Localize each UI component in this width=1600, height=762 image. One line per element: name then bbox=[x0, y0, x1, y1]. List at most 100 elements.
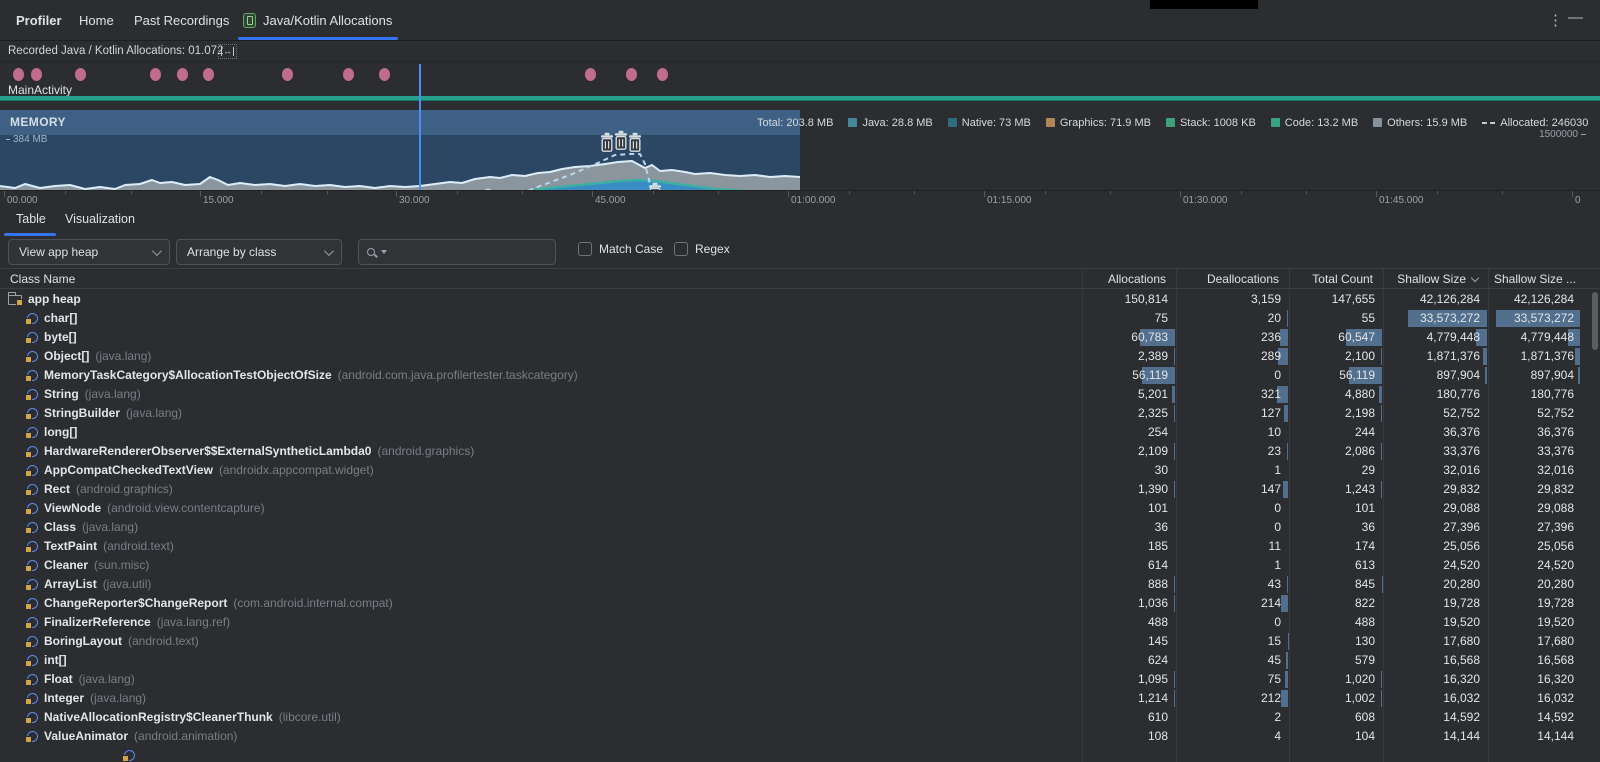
numeric-cell: 14,592 bbox=[1488, 708, 1600, 727]
table-row[interactable]: Object[](java.lang)2,3892892,1001,871,37… bbox=[0, 347, 1600, 366]
table-row[interactable]: Rect(android.graphics)1,3901471,24329,83… bbox=[0, 480, 1600, 499]
table-row[interactable]: MemoryTaskCategory$AllocationTestObjectO… bbox=[0, 366, 1600, 385]
column-header-allocations[interactable]: Allocations bbox=[1082, 272, 1166, 286]
column-separator[interactable] bbox=[1176, 268, 1177, 762]
column-header-deallocations[interactable]: Deallocations bbox=[1176, 272, 1279, 286]
axis-tick-label: 01:45.000 bbox=[1379, 195, 1424, 206]
table-row[interactable]: Cleaner(sun.misc)614161324,52024,520 bbox=[0, 556, 1600, 575]
table-row[interactable]: Class(java.lang)3603627,39627,396 bbox=[0, 518, 1600, 537]
axis-tick-label: 01:00.000 bbox=[791, 195, 836, 206]
table-row[interactable]: ChangeReporter$ChangeReport(com.android.… bbox=[0, 594, 1600, 613]
allocation-event-dot[interactable] bbox=[282, 68, 293, 81]
table-row[interactable]: ViewNode(android.view.contentcapture)101… bbox=[0, 499, 1600, 518]
allocation-event-dot[interactable] bbox=[203, 68, 214, 81]
numeric-cell: 29,832 bbox=[1383, 480, 1488, 499]
allocation-event-dot[interactable] bbox=[177, 68, 188, 81]
column-separator[interactable] bbox=[1488, 268, 1489, 762]
vertical-scrollbar[interactable] bbox=[1592, 292, 1598, 350]
column-header-class-name[interactable]: Class Name bbox=[10, 272, 75, 286]
table-row[interactable]: int[]6244557916,56816,568 bbox=[0, 651, 1600, 670]
tab-past-recordings[interactable]: Past Recordings bbox=[134, 0, 229, 40]
numeric-cell: 4,880 bbox=[1289, 385, 1383, 404]
tab-visualization[interactable]: Visualization bbox=[65, 212, 135, 226]
cell-value: 1,095 bbox=[1138, 672, 1168, 686]
cell-value: 42,126,284 bbox=[1420, 292, 1480, 306]
table-row[interactable]: AppCompatCheckedTextView(androidx.appcom… bbox=[0, 461, 1600, 480]
search-input[interactable] bbox=[358, 239, 556, 265]
column-header-shallow-size[interactable]: Shallow Size bbox=[1383, 272, 1478, 286]
tab-profiler[interactable]: Profiler bbox=[16, 0, 62, 40]
allocation-event-dot[interactable] bbox=[379, 68, 390, 81]
class-icon bbox=[124, 750, 135, 761]
column-separator[interactable] bbox=[1082, 268, 1083, 762]
package-name-text: (java.lang) bbox=[79, 672, 135, 686]
memory-chart-section[interactable]: MEMORY 384 MB Total: 203.8 MBJava: 28.8 … bbox=[0, 101, 1600, 190]
legend-item: Code: 13.2 MB bbox=[1271, 117, 1358, 129]
allocation-event-dot[interactable] bbox=[150, 68, 161, 81]
table-row[interactable]: String(java.lang)5,2013214,880180,776180… bbox=[0, 385, 1600, 404]
table-row[interactable]: HardwareRendererObserver$$ExternalSynthe… bbox=[0, 442, 1600, 461]
column-header-total-count[interactable]: Total Count bbox=[1289, 272, 1373, 286]
table-row[interactable]: BoringLayout(android.text)1451513017,680… bbox=[0, 632, 1600, 651]
allocation-event-dot[interactable] bbox=[585, 68, 596, 81]
cell-value: 127 bbox=[1261, 406, 1281, 420]
numeric-cell: 4 bbox=[1176, 727, 1289, 746]
table-row[interactable]: TextPaint(android.text)1851117425,05625,… bbox=[0, 537, 1600, 556]
event-track[interactable] bbox=[0, 62, 1600, 90]
cell-value: 56,119 bbox=[1339, 368, 1375, 382]
cell-value: 52,752 bbox=[1443, 406, 1480, 420]
regex-checkbox[interactable] bbox=[674, 242, 688, 256]
numeric-cell: 75 bbox=[1176, 670, 1289, 689]
cell-value: 29,832 bbox=[1443, 482, 1480, 496]
column-separator[interactable] bbox=[1383, 268, 1384, 762]
table-row[interactable]: app heap150,8143,159147,65542,126,28442,… bbox=[0, 290, 1600, 309]
match-case-checkbox[interactable] bbox=[578, 242, 592, 256]
cell-value: 1,871,376 bbox=[1521, 349, 1574, 363]
numeric-cell: 16,032 bbox=[1383, 689, 1488, 708]
table-row[interactable]: FinalizerReference(java.lang.ref)4880488… bbox=[0, 613, 1600, 632]
allocation-event-dot[interactable] bbox=[626, 68, 637, 81]
value-histogram-bar bbox=[1381, 481, 1382, 498]
minimize-icon[interactable]: — bbox=[1568, 9, 1583, 26]
table-row[interactable]: byte[]60,78323660,5474,779,4484,779,448 bbox=[0, 328, 1600, 347]
package-name-text: (android.graphics) bbox=[377, 444, 474, 458]
table-row-clipped[interactable] bbox=[0, 748, 1600, 762]
timeline-playhead[interactable] bbox=[419, 64, 421, 190]
table-row[interactable]: Integer(java.lang)1,2142121,00216,03216,… bbox=[0, 689, 1600, 708]
numeric-cell: 2,325 bbox=[1082, 404, 1176, 423]
allocation-event-dot[interactable] bbox=[13, 68, 24, 81]
heap-dropdown[interactable]: View app heap bbox=[8, 239, 170, 265]
selection-range-icon[interactable]: ↔ bbox=[218, 44, 237, 59]
cell-value: 29,088 bbox=[1537, 501, 1574, 515]
table-row[interactable]: char[]75205533,573,27233,573,272 bbox=[0, 309, 1600, 328]
arrange-dropdown[interactable]: Arrange by class bbox=[176, 239, 342, 265]
cell-value: 5,201 bbox=[1138, 387, 1168, 401]
value-histogram-bar bbox=[1286, 652, 1288, 669]
table-row[interactable]: Float(java.lang)1,095751,02016,32016,320 bbox=[0, 670, 1600, 689]
numeric-cell: 624 bbox=[1082, 651, 1176, 670]
cell-value: 30 bbox=[1155, 463, 1168, 477]
axis-minor-tick bbox=[718, 191, 719, 194]
column-separator[interactable] bbox=[1289, 268, 1290, 762]
table-row[interactable]: StringBuilder(java.lang)2,3251272,19852,… bbox=[0, 404, 1600, 423]
table-row[interactable]: long[]2541024436,37636,376 bbox=[0, 423, 1600, 442]
allocation-event-dot[interactable] bbox=[75, 68, 86, 81]
table-row[interactable]: ValueAnimator(android.animation)10841041… bbox=[0, 727, 1600, 746]
regex-option[interactable]: Regex bbox=[674, 242, 730, 256]
kebab-menu-icon[interactable]: ⋮ bbox=[1548, 11, 1563, 29]
table-row[interactable]: NativeAllocationRegistry$CleanerThunk(li… bbox=[0, 708, 1600, 727]
tab-table[interactable]: Table bbox=[16, 212, 46, 226]
value-histogram-bar bbox=[1287, 576, 1288, 593]
table-row[interactable]: ArrayList(java.util)8884384520,28020,280 bbox=[0, 575, 1600, 594]
class-name-cell: StringBuilder(java.lang) bbox=[27, 406, 182, 420]
allocation-event-dot[interactable] bbox=[657, 68, 668, 81]
tab-java-kotlin-allocations[interactable]: Java/Kotlin Allocations bbox=[243, 0, 392, 40]
value-histogram-bar bbox=[1283, 481, 1288, 498]
tab-home[interactable]: Home bbox=[79, 0, 114, 40]
allocation-event-dot[interactable] bbox=[343, 68, 354, 81]
legend-dashed-icon bbox=[1482, 122, 1495, 124]
allocation-event-dot[interactable] bbox=[31, 68, 42, 81]
column-header-shallow-size-[interactable]: Shallow Size ... bbox=[1494, 272, 1592, 286]
numeric-cell: 1,095 bbox=[1082, 670, 1176, 689]
match-case-option[interactable]: Match Case bbox=[578, 242, 663, 256]
